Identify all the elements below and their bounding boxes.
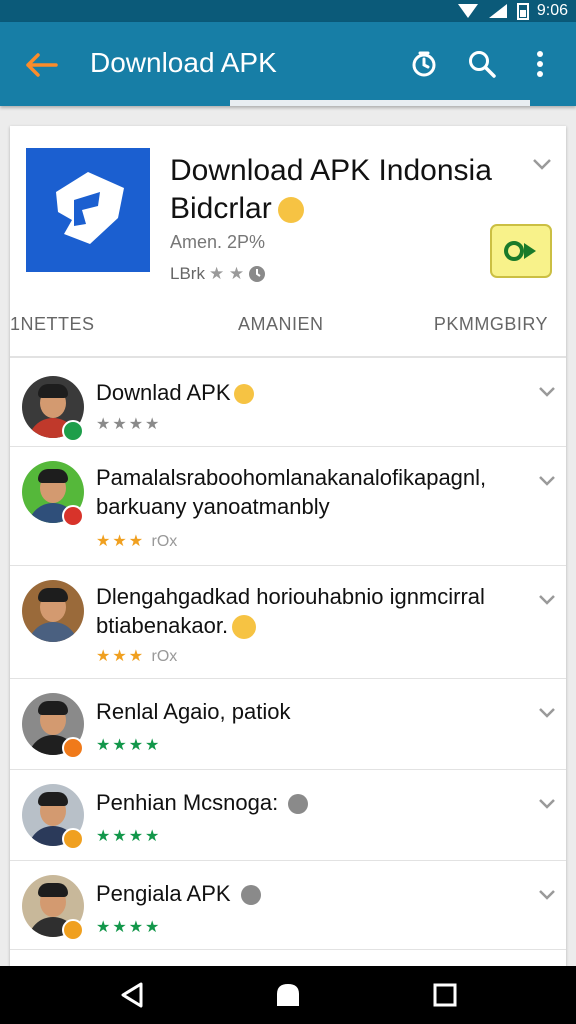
back-triangle-icon	[121, 982, 143, 1008]
app-name-text: Download APK Indonsia Bidcrlar	[170, 154, 492, 225]
app-detail-card: Download APK Indonsia Bidcrlar Amen. 2P%…	[10, 126, 566, 966]
history-icon	[412, 51, 436, 77]
list-item[interactable]: Downlad APK ★★★★	[10, 358, 566, 447]
app-rating-label: LBrk	[170, 264, 205, 283]
status-badge	[62, 420, 84, 442]
list-item[interactable]: Dlengahgadkad horiouhabnio ignmcirral bt…	[10, 566, 566, 679]
list-item-stars: ★★★★	[96, 737, 162, 754]
app-meta: Amen. 2P%	[170, 232, 266, 252]
list-item-stars: ★★★ rOx	[96, 533, 178, 550]
navigation-bar	[0, 966, 576, 1024]
app-logo-icon	[56, 172, 124, 244]
app-bar: Download APK	[0, 22, 576, 106]
tab-bar: 1NETTES AMANIEN PKMMGBIRY	[10, 314, 566, 348]
list-item-stars: ★★★★	[96, 416, 162, 433]
app-rating: LBrk ★ ★	[170, 264, 266, 284]
app-rating-stars: ★ ★	[208, 264, 245, 283]
app-bar-title: Download APK	[90, 47, 277, 78]
emoji-icon	[233, 384, 254, 405]
list-item[interactable]: Penhian Mcsnoga: ★★★★	[10, 770, 566, 861]
recents-square-icon	[433, 983, 457, 1007]
list-item[interactable]: Renlal Agaio, patiok ★★★★	[10, 679, 566, 770]
tab-2[interactable]: AMANIEN	[238, 314, 324, 335]
chevron-down-icon[interactable]	[532, 158, 552, 172]
list-item-stars: ★★★ rOx	[96, 648, 178, 665]
home-circle-icon	[277, 984, 299, 1006]
nav-recents-button[interactable]	[430, 980, 460, 1010]
search-button[interactable]	[460, 42, 504, 86]
app-icon[interactable]	[26, 148, 150, 272]
arrow-back-icon	[26, 53, 58, 77]
status-badge	[62, 919, 84, 941]
status-bar: 9:06	[0, 0, 576, 22]
more-options-button[interactable]	[518, 42, 562, 86]
list-item[interactable]: Pamalalsraboohomlanakanalofikapagnl, bar…	[10, 447, 566, 566]
back-button[interactable]	[20, 44, 62, 86]
install-button[interactable]	[490, 224, 552, 278]
status-time: 9:06	[536, 2, 568, 19]
list-item-stars: ★★★★	[96, 919, 162, 936]
tab-1[interactable]: 1NETTES	[10, 314, 95, 335]
chevron-down-icon[interactable]	[538, 594, 556, 606]
history-button[interactable]	[402, 42, 446, 86]
chevron-down-icon[interactable]	[538, 889, 556, 901]
app-bar-actions	[402, 42, 562, 86]
list-item-title: Renlal Agaio, patiok	[96, 699, 291, 724]
search-icon	[469, 51, 496, 78]
list-item-title: Penhian Mcsnoga:	[96, 788, 526, 817]
status-badge	[62, 737, 84, 759]
signal-icon	[488, 4, 507, 18]
chevron-down-icon[interactable]	[538, 386, 556, 398]
clock-icon	[249, 266, 266, 282]
emoji-icon	[232, 615, 257, 640]
status-badge	[62, 828, 84, 850]
battery-icon	[516, 3, 529, 20]
nav-back-button[interactable]	[117, 980, 147, 1010]
list-item-title: Downlad APK	[96, 378, 526, 407]
list-item-stars: ★★★★	[96, 828, 162, 845]
chevron-down-icon[interactable]	[538, 475, 556, 487]
chevron-down-icon[interactable]	[538, 707, 556, 719]
app-list: Downlad APK ★★★★ Pamalalsraboohomlanakan…	[10, 358, 566, 950]
status-icons: 9:06	[457, 0, 568, 22]
list-item-title: Pengiala APK	[96, 879, 526, 908]
chevron-down-icon[interactable]	[538, 798, 556, 810]
tab-indicator	[230, 100, 530, 106]
emoji-icon	[277, 197, 304, 224]
avatar	[22, 580, 84, 642]
wifi-icon	[457, 4, 478, 18]
play-icon	[504, 241, 536, 261]
list-item-title: Pamalalsraboohomlanakanalofikapagnl, bar…	[96, 465, 487, 519]
verified-icon	[288, 794, 309, 815]
nav-home-button[interactable]	[273, 980, 303, 1010]
app-header: Download APK Indonsia Bidcrlar Amen. 2P%…	[10, 126, 566, 358]
more-vert-icon	[537, 51, 543, 77]
app-name: Download APK Indonsia Bidcrlar	[170, 152, 530, 228]
verified-icon	[240, 885, 261, 906]
list-item-title: Dlengahgadkad horiouhabnio ignmcirral bt…	[96, 584, 485, 640]
tab-3[interactable]: PKMMGBIRY	[434, 314, 548, 335]
list-item[interactable]: Pengiala APK ★★★★	[10, 861, 566, 950]
status-badge	[62, 505, 84, 527]
